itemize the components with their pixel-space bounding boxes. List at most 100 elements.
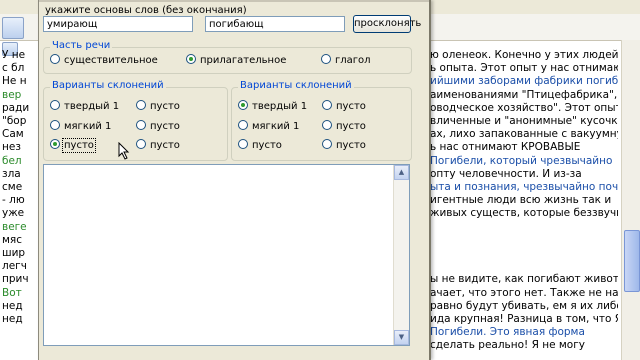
background-right-line: ыта и познания, чрезвычайно почти bbox=[430, 181, 618, 193]
background-scroll-thumb[interactable] bbox=[624, 230, 640, 292]
background-right-line: вличенные и "анонимные" кусочки bbox=[430, 115, 618, 127]
background-left-line: уже bbox=[2, 207, 25, 220]
background-right-line: оводческое хозяйство". Этот опыт bbox=[430, 101, 618, 114]
background-left-line: нез bbox=[2, 141, 21, 154]
left-decl-option-1[interactable]: твердый 1 bbox=[50, 100, 119, 114]
radio-circle-icon bbox=[136, 139, 146, 149]
radio-circle-icon bbox=[322, 120, 332, 130]
radio-circle-icon bbox=[136, 100, 146, 110]
background-right-line: опту человечности. И из-за bbox=[430, 167, 582, 180]
toolbar-app-icon[interactable] bbox=[2, 17, 24, 39]
option-label: мягкий 1 bbox=[64, 121, 112, 132]
option-label: твердый 1 bbox=[252, 101, 308, 112]
left-decl-option-6[interactable]: пусто bbox=[136, 139, 180, 153]
background-right-line: живых существ, которые беззвучно bbox=[430, 207, 618, 220]
radio-circle-icon bbox=[238, 100, 248, 110]
decline-button[interactable]: просклонять bbox=[353, 15, 421, 33]
radio-circle-icon bbox=[50, 100, 60, 110]
background-left-line: легч bbox=[2, 260, 27, 273]
output-textarea[interactable]: ▲ ▼ bbox=[43, 164, 410, 346]
pos-verb-radio[interactable]: глагол bbox=[321, 54, 371, 68]
background-left-line: нед bbox=[2, 299, 23, 312]
left-decl-option-3[interactable]: мягкий 1 bbox=[50, 120, 111, 134]
background-left-line: "бор bbox=[2, 115, 27, 127]
declension-left-title: Варианты склонений bbox=[50, 80, 166, 91]
pos-noun-label: существительное bbox=[64, 55, 158, 66]
background-right-line: ийшими заборами фабрики погибели bbox=[430, 75, 618, 88]
background-left-line: У не bbox=[2, 49, 26, 61]
background-left-line: с бл bbox=[2, 62, 25, 75]
option-label: пусто bbox=[150, 101, 180, 112]
option-label: мягкий 1 bbox=[252, 121, 300, 132]
option-label: твердый 1 bbox=[64, 101, 120, 112]
declension-group-right: Варианты склонений твердый 1 пусто мягки… bbox=[231, 80, 412, 161]
background-text-left: У не с бл Не н вер ради "бор Сам нез бел зла сме - … bbox=[0, 40, 38, 360]
part-of-speech-title: Часть речи bbox=[50, 40, 113, 51]
option-label: пусто bbox=[336, 101, 366, 112]
radio-circle-icon bbox=[322, 100, 332, 110]
declension-right-title: Варианты склонений bbox=[238, 80, 354, 91]
right-decl-option-2[interactable]: пусто bbox=[322, 100, 366, 114]
background-left-line: Сам bbox=[2, 128, 24, 141]
background-left-line: веге bbox=[2, 220, 27, 233]
scroll-down-icon[interactable]: ▼ bbox=[394, 330, 409, 345]
background-left-line: ради bbox=[2, 101, 30, 114]
output-scrollbar[interactable]: ▲ ▼ bbox=[393, 165, 409, 345]
background-right-line: Погибели, который чрезвычайно bbox=[430, 154, 613, 167]
background-right-line: равно будут убивать, ем я их либо bbox=[430, 299, 618, 312]
option-label: пусто bbox=[62, 138, 96, 153]
option-label: пусто bbox=[150, 121, 180, 132]
base-prompt-label: укажите основы слов (без окончания) bbox=[45, 5, 247, 16]
background-left-line: сме bbox=[2, 181, 23, 193]
right-decl-option-5[interactable]: пусто bbox=[238, 139, 282, 153]
radio-circle-icon bbox=[238, 120, 248, 130]
declension-dialog: укажите основы слов (без окончания) умир… bbox=[38, 0, 431, 360]
right-decl-option-3[interactable]: мягкий 1 bbox=[238, 120, 299, 134]
background-right-line: ь нас отнимают КРОВАВЫЕ bbox=[430, 141, 581, 154]
pos-noun-radio[interactable]: существительное bbox=[50, 54, 158, 68]
background-scrollbar[interactable] bbox=[621, 40, 640, 360]
pos-adjective-radio[interactable]: прилагательное bbox=[186, 54, 286, 68]
background-left-line: Не н bbox=[2, 75, 27, 88]
background-left-line: мяс bbox=[2, 233, 23, 246]
left-decl-option-5[interactable]: пусто bbox=[50, 138, 96, 153]
mouse-cursor-icon bbox=[118, 142, 130, 160]
right-decl-option-1[interactable]: твердый 1 bbox=[238, 100, 307, 114]
declension-group-left: Варианты склонений твердый 1 пусто мягки… bbox=[43, 80, 228, 161]
background-right-line: ида крупная! Разница в том, что Я НЕ bbox=[430, 313, 618, 325]
right-decl-option-6[interactable]: пусто bbox=[322, 139, 366, 153]
option-label: пусто bbox=[150, 140, 180, 151]
background-right-line: игентные люди всю жизнь так и bbox=[430, 194, 612, 207]
radio-circle-icon bbox=[186, 54, 196, 64]
background-right-line: Погибели. Это явная форма bbox=[430, 326, 585, 339]
pos-verb-label: глагол bbox=[335, 55, 371, 66]
word-base-input-1[interactable]: умирающ bbox=[43, 16, 193, 32]
right-decl-option-4[interactable]: пусто bbox=[322, 120, 366, 134]
background-right-line: ах, лихо запакованные с вакуумную bbox=[430, 128, 618, 141]
left-decl-option-4[interactable]: пусто bbox=[136, 120, 180, 134]
background-left-line: бел bbox=[2, 154, 22, 167]
background-left-line: Вот bbox=[2, 286, 22, 299]
background-right-line: ь опыта. Этот опыт у нас отнимают bbox=[430, 62, 618, 75]
option-label: пусто bbox=[336, 121, 366, 132]
left-decl-option-2[interactable]: пусто bbox=[136, 100, 180, 114]
radio-circle-icon bbox=[322, 139, 332, 149]
background-right-line: ы не видите, как погибают животные bbox=[430, 273, 618, 286]
background-right-line: сделать реально! Я не могу bbox=[430, 339, 585, 352]
word-base-input-2[interactable]: погибающ bbox=[205, 16, 345, 32]
pos-adjective-label: прилагательное bbox=[200, 55, 287, 66]
part-of-speech-group: Часть речи существительное прилагательно… bbox=[43, 40, 412, 74]
scroll-up-icon[interactable]: ▲ bbox=[394, 165, 409, 180]
background-left-line: шир bbox=[2, 247, 26, 259]
background-left-line: прич bbox=[2, 273, 29, 286]
background-left-line: нед bbox=[2, 313, 23, 325]
option-label: пусто bbox=[336, 140, 366, 151]
background-text-right: ю оленеок. Конечно у этих людей ь опыта. … bbox=[428, 40, 618, 360]
background-left-line: вер bbox=[2, 88, 22, 101]
radio-circle-icon bbox=[50, 54, 60, 64]
dialog-title-bar bbox=[39, 0, 429, 2]
radio-circle-icon bbox=[238, 139, 248, 149]
radio-circle-icon bbox=[136, 120, 146, 130]
background-left-line: - лю bbox=[2, 194, 25, 207]
radio-circle-icon bbox=[321, 54, 331, 64]
